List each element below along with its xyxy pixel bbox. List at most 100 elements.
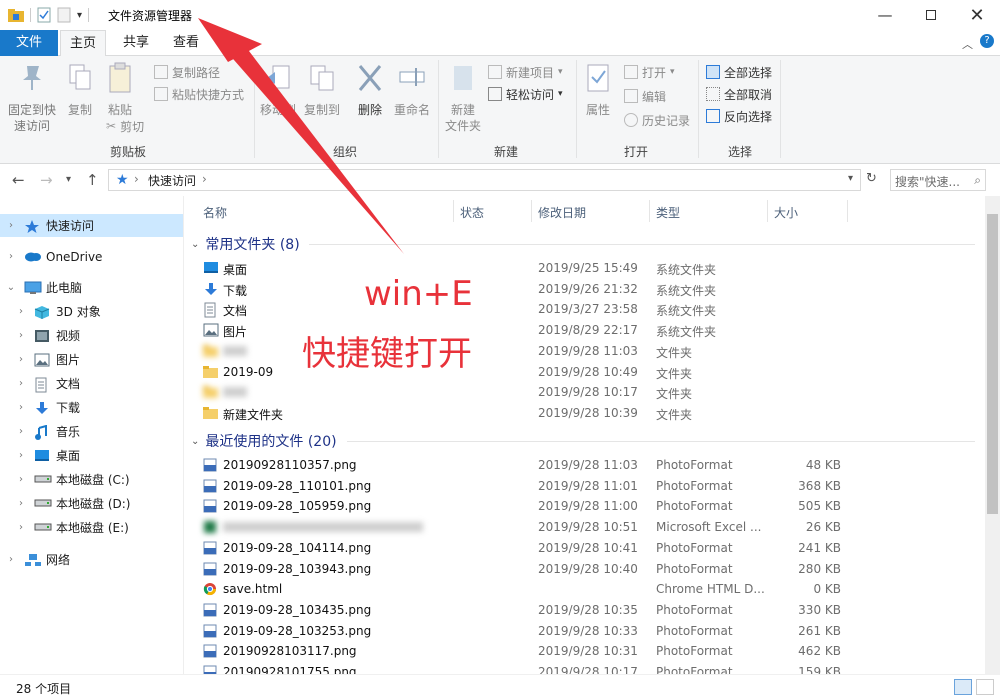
address-bar[interactable]	[108, 169, 861, 191]
column-date[interactable]: 修改日期	[538, 204, 586, 221]
nav-item-4[interactable]: › 3D 对象	[0, 300, 183, 323]
table-row[interactable]: 2019/9/28 10:17 文件夹	[185, 382, 985, 402]
recent-locations-icon[interactable]: ▾	[66, 174, 71, 185]
invert-selection-button[interactable]: 反向选择	[706, 106, 772, 126]
back-icon[interactable]: ←	[12, 171, 25, 189]
customize-dropdown-icon[interactable]: ▾	[77, 10, 82, 21]
maximize-button[interactable]	[908, 0, 954, 30]
table-row[interactable]: 下载 2019/9/26 21:32 系统文件夹	[185, 279, 985, 299]
chevron-right-icon[interactable]: ›	[14, 498, 28, 509]
chevron-right-icon[interactable]: ›	[14, 330, 28, 341]
file-type: PhotoFormat	[656, 602, 733, 617]
copy-path-button[interactable]: 复制路径	[154, 62, 220, 82]
details-view-icon[interactable]	[954, 679, 972, 695]
nav-item-13[interactable]: › 本地磁盘 (E:)	[0, 516, 183, 539]
forward-icon[interactable]: →	[40, 171, 53, 189]
table-row[interactable]: 2019-09-28_105959.png 2019/9/28 11:00 Phot…	[185, 496, 985, 516]
pin-to-quick-access-button[interactable]: 固定到快 速访问	[6, 62, 58, 134]
column-name[interactable]: 名称	[203, 204, 227, 221]
group-recent-files[interactable]: ⌄ 最近使用的文件 (20)	[191, 431, 337, 451]
nav-item-3[interactable]: ⌄ 此电脑	[0, 276, 183, 299]
select-none-button[interactable]: 全部取消	[706, 84, 772, 104]
chevron-right-icon[interactable]: ›	[14, 402, 28, 413]
address-dropdown-icon[interactable]: ▾	[848, 173, 853, 184]
column-type[interactable]: 类型	[656, 204, 680, 221]
nav-item-14[interactable]: › 网络	[0, 548, 183, 571]
up-icon[interactable]: ↑	[86, 171, 99, 189]
chevron-right-icon[interactable]: ›	[4, 220, 18, 231]
table-row[interactable]: 20190928103117.png 2019/9/28 10:31 PhotoFo…	[185, 641, 985, 661]
nav-item-2[interactable]: › OneDrive	[0, 245, 183, 268]
column-size[interactable]: 大小	[774, 204, 798, 221]
chevron-down-icon[interactable]: ⌄	[4, 282, 18, 293]
tab-share[interactable]: 共享	[116, 30, 156, 56]
table-row[interactable]: 2019-09-28_110101.png 2019/9/28 11:01 Phot…	[185, 476, 985, 496]
edit-button[interactable]: 编辑	[624, 86, 666, 106]
new-item-button[interactable]: 新建项目 ▾	[488, 62, 563, 82]
new-folder-icon[interactable]	[57, 7, 71, 23]
rename-button[interactable]: 重命名	[392, 62, 432, 118]
table-row[interactable]: 2019/9/28 10:51 Microsoft Excel ... 26 KB	[185, 517, 985, 537]
refresh-icon[interactable]: ↻	[866, 171, 877, 186]
select-all-button[interactable]: 全部选择	[706, 62, 772, 82]
properties-icon[interactable]	[37, 7, 51, 23]
cut-button[interactable]: ✂ 剪切	[106, 116, 144, 136]
file-date: 2019/9/26 21:32	[538, 281, 638, 296]
nav-item-8[interactable]: › 下载	[0, 396, 183, 419]
search-input[interactable]: 搜索"快速... ⌕	[890, 169, 986, 191]
table-row[interactable]: 20190928110357.png 2019/9/28 11:03 PhotoFo…	[185, 455, 985, 475]
table-row[interactable]: 2019-09-28_104114.png 2019/9/28 10:41 Phot…	[185, 538, 985, 558]
properties-button[interactable]: 属性	[580, 62, 616, 118]
nav-item-1[interactable]: › 快速访问	[0, 214, 183, 237]
drive-icon	[34, 497, 52, 511]
chevron-right-icon[interactable]: ›	[14, 306, 28, 317]
close-button[interactable]: ✕	[954, 0, 1000, 30]
minimize-button[interactable]: —	[862, 0, 908, 30]
chevron-right-icon[interactable]: ›	[14, 474, 28, 485]
new-folder-button[interactable]: 新建 文件夹	[442, 62, 484, 134]
vertical-scrollbar[interactable]	[985, 196, 1000, 674]
nav-item-12[interactable]: › 本地磁盘 (D:)	[0, 492, 183, 515]
chevron-right-icon[interactable]: ›	[14, 522, 28, 533]
open-button[interactable]: 打开 ▾	[624, 62, 675, 82]
chevron-right-icon[interactable]: ›	[14, 354, 28, 365]
column-status[interactable]: 状态	[460, 204, 484, 221]
nav-item-11[interactable]: › 本地磁盘 (C:)	[0, 468, 183, 491]
table-row[interactable]: save.html Chrome HTML D... 0 KB	[185, 579, 985, 599]
chevron-right-icon[interactable]: ›	[14, 450, 28, 461]
help-icon[interactable]: ?	[980, 34, 994, 48]
table-row[interactable]: 2019-09-28_103435.png 2019/9/28 10:35 Phot…	[185, 600, 985, 620]
nav-item-10[interactable]: › 桌面	[0, 444, 183, 467]
easy-access-button[interactable]: 轻松访问 ▾	[488, 84, 563, 104]
chevron-right-icon[interactable]: ›	[4, 251, 18, 262]
delete-button[interactable]: 删除	[352, 62, 388, 118]
large-icons-view-icon[interactable]	[976, 679, 994, 695]
copy-button[interactable]: 复制	[62, 62, 98, 118]
nav-item-9[interactable]: › 音乐	[0, 420, 183, 443]
divider	[698, 60, 699, 158]
chevron-right-icon[interactable]: ›	[14, 426, 28, 437]
address-path[interactable]: 快速访问	[148, 172, 196, 189]
chevron-right-icon[interactable]: ›	[4, 554, 18, 565]
copy-to-button[interactable]: 复制到	[302, 62, 342, 118]
tab-home[interactable]: 主页	[60, 30, 106, 57]
table-row[interactable]: 新建文件夹 2019/9/28 10:39 文件夹	[185, 403, 985, 423]
tab-view[interactable]: 查看	[166, 30, 206, 56]
tab-file[interactable]: 文件	[0, 30, 58, 56]
nav-item-5[interactable]: › 视频	[0, 324, 183, 347]
nav-item-6[interactable]: › 图片	[0, 348, 183, 371]
table-row[interactable]: 2019-09-28_103943.png 2019/9/28 10:40 Phot…	[185, 559, 985, 579]
nav-item-7[interactable]: › 文档	[0, 372, 183, 395]
move-to-button[interactable]: 移动到	[258, 62, 298, 118]
paste-shortcut-button[interactable]: 粘贴快捷方式	[154, 84, 244, 104]
collapse-ribbon-icon[interactable]: ︿	[962, 36, 973, 52]
paste-button[interactable]: 粘贴	[102, 62, 138, 118]
group-frequent-folders[interactable]: ⌄ 常用文件夹 (8)	[191, 234, 300, 254]
properties-label: 属性	[585, 103, 610, 117]
chevron-right-icon[interactable]: ›	[14, 378, 28, 389]
table-row[interactable]: 桌面 2019/9/25 15:49 系统文件夹	[185, 258, 985, 278]
table-row[interactable]: 文档 2019/3/27 23:58 系统文件夹	[185, 299, 985, 319]
table-row[interactable]: 2019-09-28_103253.png 2019/9/28 10:33 Phot…	[185, 621, 985, 641]
scrollbar-thumb[interactable]	[987, 214, 998, 514]
history-button[interactable]: 历史记录	[624, 110, 690, 130]
